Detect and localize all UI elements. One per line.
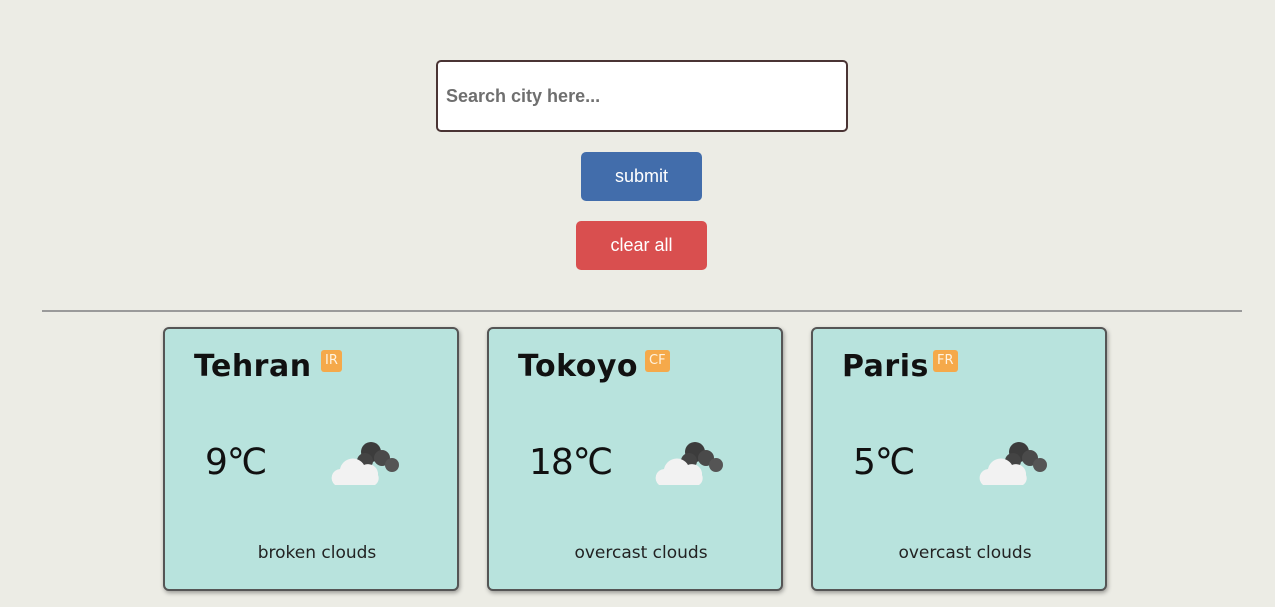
temperature: 18℃	[529, 442, 613, 483]
submit-button[interactable]: submit	[581, 152, 702, 201]
search-input[interactable]	[436, 60, 848, 132]
broken-clouds-icon	[331, 442, 399, 485]
city-name: Paris	[842, 349, 929, 384]
search-container	[436, 60, 848, 132]
city-name: Tehran	[194, 349, 312, 384]
temperature: 9℃	[205, 442, 267, 483]
country-badge: IR	[321, 350, 342, 372]
country-badge: CF	[645, 350, 670, 372]
weather-card-paris: Paris FR 5℃ overcast clouds	[811, 327, 1107, 591]
weather-card-tokoyo: Tokoyo CF 18℃ overcast clouds	[487, 327, 783, 591]
weather-description: overcast clouds	[574, 543, 708, 563]
weather-card-tehran: Tehran IR 9℃ broken clouds	[163, 327, 459, 591]
weather-description: overcast clouds	[898, 543, 1032, 563]
country-badge: FR	[933, 350, 958, 372]
divider	[42, 310, 1242, 312]
temperature: 5℃	[853, 442, 915, 483]
city-name: Tokoyo	[518, 349, 639, 384]
weather-description: broken clouds	[257, 543, 377, 563]
clear-all-button[interactable]: clear all	[576, 221, 707, 270]
overcast-clouds-icon	[655, 442, 723, 485]
overcast-clouds-icon	[979, 442, 1047, 485]
